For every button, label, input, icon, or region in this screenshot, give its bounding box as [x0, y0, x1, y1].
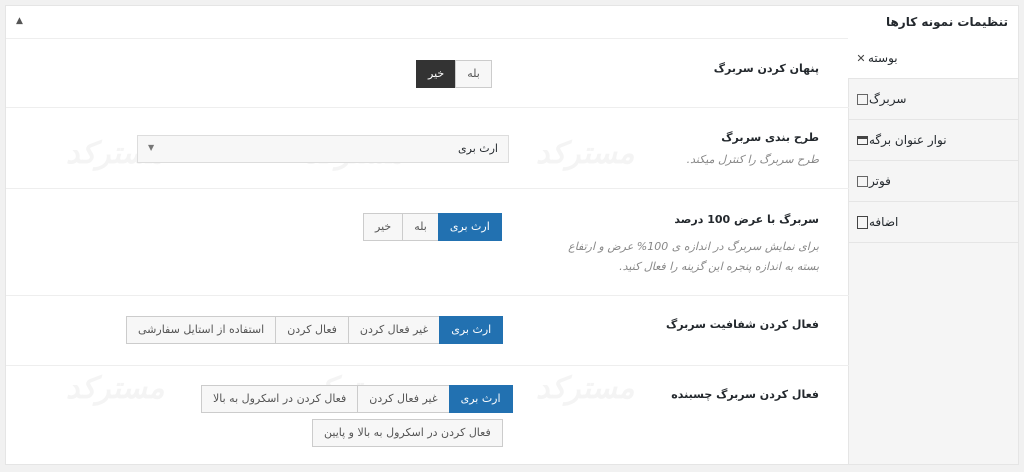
wrench-icon: ✕ [856, 51, 866, 65]
option-inherit-button[interactable]: ارث بری [439, 316, 504, 344]
setting-full-width: سربرگ با عرض 100 درصد برای نمایش سربرگ د… [6, 189, 849, 296]
setting-description: بسته به اندازه پنجره این گزینه را فعال ک… [619, 260, 819, 273]
window-icon [855, 133, 869, 147]
document-icon [855, 215, 869, 229]
sticky-buttons: ارث بری غیر فعال کردن فعال کردن در اسکرو… [201, 385, 513, 413]
setting-label: سربرگ با عرض 100 درصد [674, 213, 819, 226]
triangle-up-icon[interactable]: ▲ [16, 16, 23, 26]
setting-description: برای نمایش سربرگ در اندازه ی 100% عرض و … [568, 240, 819, 253]
option-disable-button[interactable]: غیر فعال کردن [347, 316, 441, 344]
setting-label: طرح بندی سربرگ [721, 131, 819, 144]
settings-content: پنهان کردن سربرگ بله خیر طرح بندی سربرگ … [6, 38, 849, 464]
setting-label: فعال کردن سربرگ چسبنده [671, 388, 819, 401]
triangle-down-icon: ▼ [148, 143, 155, 152]
tab-footer[interactable]: فوتر [849, 161, 1018, 202]
tab-body[interactable]: ✕ بوسته [848, 38, 1018, 79]
portfolio-settings-panel: تنظیمات نمونه کارها ▲ مسترکد مسترکد مستر… [5, 5, 1019, 465]
option-yes-button[interactable]: بله [455, 60, 492, 88]
option-scroll-up-button[interactable]: فعال کردن در اسکرول به بالا [201, 385, 359, 413]
tab-label: نوار عنوان برگه [869, 133, 947, 147]
setting-label: پنهان کردن سربرگ [713, 62, 819, 75]
tab-label: فوتر [869, 174, 891, 188]
square-icon [855, 92, 869, 106]
option-custom-style-button[interactable]: استفاده از استایل سفارشی [126, 316, 277, 344]
select-value: ارث بری [458, 142, 498, 155]
square-icon [855, 174, 869, 188]
option-scroll-up-down-button[interactable]: فعال کردن در اسکرول به بالا و پایین [312, 419, 503, 447]
sticky-buttons-row2: فعال کردن در اسکرول به بالا و پایین [312, 419, 503, 447]
hide-header-buttons: بله خیر [416, 60, 492, 88]
option-yes-button[interactable]: بله [402, 213, 439, 241]
tab-header[interactable]: سربرگ [849, 79, 1018, 120]
transparent-buttons: ارث بری غیر فعال کردن فعال کردن استفاده … [126, 316, 504, 344]
setting-hide-header: پنهان کردن سربرگ بله خیر [6, 38, 849, 108]
settings-tabs: ✕ بوسته سربرگ نوار عنوان برگه فوتر اضافه [848, 38, 1018, 464]
option-enable-button[interactable]: فعال کردن [275, 316, 349, 344]
option-inherit-button[interactable]: ارث بری [448, 385, 513, 413]
panel-header: تنظیمات نمونه کارها ▲ [6, 6, 1018, 39]
header-layout-select[interactable]: ارث بری ▼ [137, 135, 509, 163]
tab-label: اضافه [869, 215, 899, 229]
setting-sticky-header: فعال کردن سربرگ چسبنده ارث بری غیر فعال … [6, 366, 849, 464]
full-width-buttons: ارث بری بله خیر [363, 213, 502, 241]
tab-extra[interactable]: اضافه [849, 202, 1018, 243]
tab-label: بوسته [868, 51, 898, 65]
option-inherit-button[interactable]: ارث بری [437, 213, 502, 241]
setting-description: طرح سربرگ را کنترل میکند. [686, 153, 819, 166]
option-no-button[interactable]: خیر [416, 60, 457, 88]
option-disable-button[interactable]: غیر فعال کردن [357, 385, 450, 413]
panel-title: تنظیمات نمونه کارها [885, 15, 1008, 29]
tab-label: سربرگ [869, 92, 907, 106]
option-no-button[interactable]: خیر [363, 213, 404, 241]
setting-transparent-header: فعال کردن شفافیت سربرگ ارث بری غیر فعال … [6, 296, 849, 366]
tab-page-title-bar[interactable]: نوار عنوان برگه [849, 120, 1018, 161]
setting-label: فعال کردن شفافیت سربرگ [666, 318, 819, 331]
